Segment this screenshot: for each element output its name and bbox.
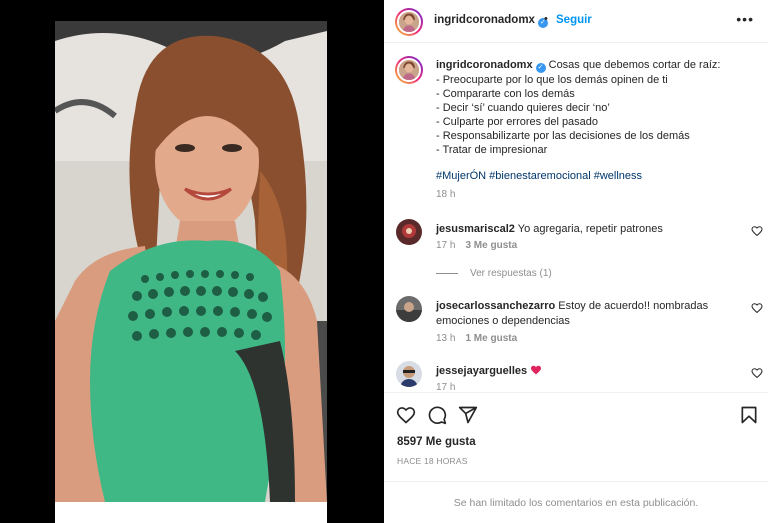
media-bottom-strip [55,502,327,523]
red-heart-emoji-icon [531,365,542,375]
comment-meta: 17 h 3 Me gusta [436,240,527,251]
follow-button[interactable]: Seguir [556,14,592,26]
paper-plane-icon[interactable] [458,405,478,425]
comment-username[interactable]: josecarlossanchezarro [436,300,555,312]
comments-limited-notice: Se han limitado los comentarios en esta … [384,481,768,523]
post-header: ingridcoronadomx ✓ • Seguir ••• [384,0,768,43]
post-timestamp[interactable]: HACE 18 HORAS [397,456,468,466]
comment-time: 17 h [436,240,456,251]
caption-line: - Compararte con los demás [436,88,575,100]
caption-line: - Preocuparte por lo que los demás opine… [436,74,668,86]
heart-icon[interactable] [396,405,416,425]
more-options-icon[interactable]: ••• [736,11,754,27]
comment-likes[interactable]: 3 Me gusta [465,240,517,251]
instagram-post-modal: ingridcoronadomx ✓ • Seguir ••• ingridcor… [0,0,768,523]
post-photo[interactable] [55,21,327,502]
likes-count[interactable]: 8597 Me gusta [397,436,476,448]
commenter-avatar[interactable] [396,219,422,245]
comment-username[interactable]: jessejayarguelles [436,365,527,377]
post-sidebar: ingridcoronadomx ✓ • Seguir ••• ingridcor… [384,0,768,523]
comment-icon[interactable] [427,405,447,425]
view-replies-button[interactable]: Ver respuestas (1) [436,268,552,279]
replies-divider [436,272,458,274]
verified-badge-icon: ✓ [535,63,546,73]
author-username-text[interactable]: ingridcoronadomx [434,14,535,26]
caption-line: - Culparte por errores del pasado [436,116,599,128]
bookmark-icon[interactable] [739,405,759,425]
author-username[interactable]: ingridcoronadomx ✓ [434,14,548,28]
caption-timestamp: 18 h [436,189,456,200]
caption-text: ingridcoronadomx ✓ Cosas que debemos cort… [436,58,746,157]
media-panel [0,0,384,523]
caption-username[interactable]: ingridcoronadomx [436,59,533,71]
commenter-avatar[interactable] [396,296,422,322]
comment-like-heart-icon[interactable] [751,302,763,314]
caption-line: - Decir ‘sí’ cuando quieres decir ‘no’ [436,102,610,114]
comment-text: Yo agregaria, repetir patrones [517,223,663,235]
caption-hashtags[interactable]: #MujerÓN #bienestaremocional #wellness [436,170,642,182]
comment-body: jesusmariscal2 Yo agregaria, repetir pat… [436,222,736,237]
caption-line: - Responsabilizarte por las decisiones d… [436,130,690,142]
post-actions: 8597 Me gusta HACE 18 HORAS [384,392,768,481]
comment-meta: 17 h [436,382,465,392]
comment-likes[interactable]: 1 Me gusta [465,333,517,344]
commenter-avatar[interactable] [396,361,422,387]
caption-line: - Tratar de impresionar [436,144,548,156]
caption-line: ingridcoronadomx ✓ Cosas que debemos cort… [436,58,746,73]
comment-meta: 13 h 1 Me gusta [436,333,527,344]
comment-body: jessejayarguelles [436,364,736,379]
header-separator: • [544,13,548,25]
view-replies-label[interactable]: Ver respuestas (1) [470,268,552,279]
caption-avatar[interactable] [395,56,423,84]
comment-like-heart-icon[interactable] [751,225,763,237]
comment-like-heart-icon[interactable] [751,367,763,379]
comment-time: 17 h [436,382,456,392]
comment-time: 13 h [436,333,456,344]
comment-body: josecarlossanchezarro Estoy de acuerdo!!… [436,299,736,329]
comment-username[interactable]: jesusmariscal2 [436,223,515,235]
author-avatar[interactable] [395,8,423,36]
caption-line-text: Cosas que debemos cortar de raíz: [548,59,721,71]
comments-list[interactable]: ingridcoronadomx ✓ Cosas que debemos cort… [384,44,768,392]
